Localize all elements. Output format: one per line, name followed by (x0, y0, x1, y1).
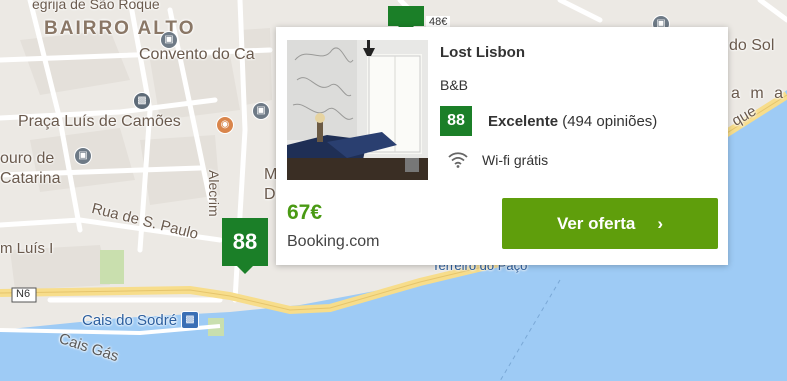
map-label-church: egrija de São Roque (32, 0, 160, 12)
hotel-type: B&B (440, 77, 469, 93)
hotel-score-badge: 88 (440, 106, 472, 136)
monument-icon[interactable]: ▣ (252, 102, 270, 120)
map-label-m-luis: m Luís I (0, 240, 54, 257)
landmark-icon[interactable]: ◉ (216, 116, 234, 134)
hotel-price: 67€ (287, 201, 323, 224)
rating-label: Excelente (488, 113, 559, 130)
hotel-score-marker[interactable]: 88 (222, 218, 268, 274)
church-icon[interactable]: ▣ (74, 147, 92, 165)
hotel-info-card[interactable]: Lost Lisbon B&B 88 Excelente (494 opiniõ… (276, 27, 728, 265)
chevron-right-icon: › (657, 214, 664, 233)
map-marker-top[interactable] (388, 6, 424, 34)
map-label-n6: N6 (16, 288, 31, 300)
view-deal-label: Ver oferta (556, 214, 636, 233)
museum-icon[interactable]: ▣ (160, 31, 178, 49)
map-label-cais-sodre: Cais do Sodré (82, 312, 178, 329)
map-label-do-sol: do Sol (729, 37, 775, 54)
map-label-convento: Convento do Ca (139, 46, 255, 63)
wifi-icon (448, 152, 468, 168)
map-label-amar: a m a (731, 85, 787, 102)
hotel-rating: Excelente (494 opiniões) (488, 113, 657, 130)
hotel-name[interactable]: Lost Lisbon (440, 44, 525, 61)
train-station-icon[interactable]: ▩ (181, 311, 199, 329)
map-label-catarina: Catarina (0, 170, 61, 187)
hotel-photo[interactable] (287, 40, 428, 180)
amenity-wifi: Wi-fi grátis (482, 152, 549, 168)
review-count: (494 opiniões) (562, 113, 658, 130)
map-label-praca: Praça Luís de Camões (18, 113, 181, 130)
map-label-alecrim: Alecrim (206, 170, 222, 217)
price-provider: Booking.com (287, 233, 380, 250)
map-label-ouro: ouro de (0, 150, 55, 167)
bus-icon[interactable]: ▩ (133, 92, 151, 110)
map-label-d: D (264, 186, 276, 203)
hotel-photo-image (287, 40, 428, 180)
view-deal-button[interactable]: Ver oferta › (502, 198, 718, 249)
